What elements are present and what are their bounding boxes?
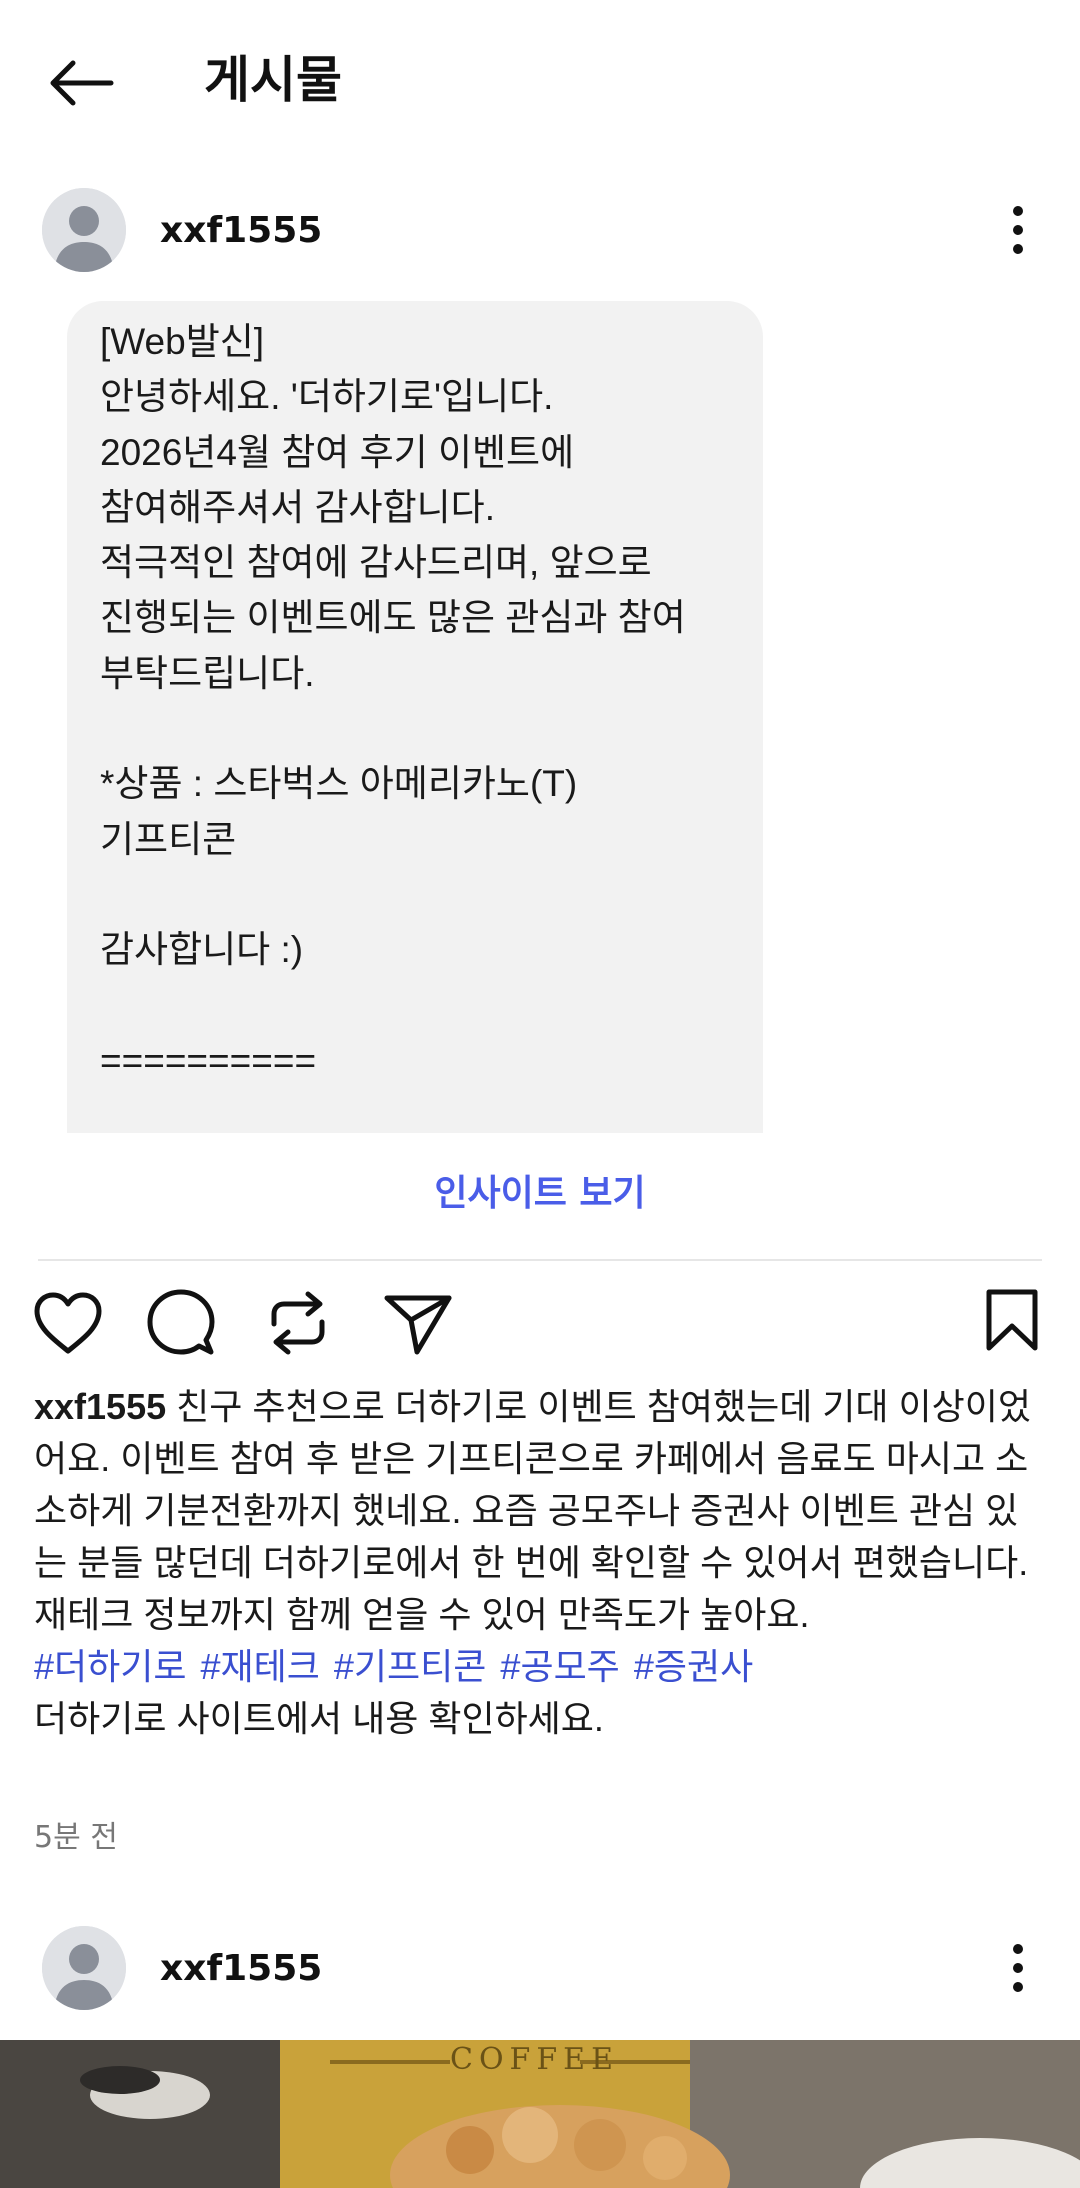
hashtag[interactable]: #기프티콘	[334, 1646, 487, 1687]
back-button[interactable]	[30, 40, 130, 125]
repost-icon	[271, 1291, 325, 1355]
post-caption: xxf1555 친구 추천으로 더하기로 이벤트 참여했는데 기대 이상이었어요…	[34, 1381, 1050, 1745]
message-line: [Web발신]	[100, 321, 265, 362]
post-media[interactable]: [Web발신] 안녕하세요. '더하기로'입니다. 2026년4월 참여 후기 이벤…	[0, 301, 1080, 1133]
message-line: 적극적인 참여에 감사드리며, 앞으로	[100, 542, 652, 584]
caption-username[interactable]: xxf1555	[34, 1386, 166, 1427]
divider	[38, 1259, 1042, 1261]
avatar[interactable]	[42, 1926, 126, 2010]
bookmark-icon	[986, 1289, 1038, 1351]
message-text: [Web발신] 안녕하세요. '더하기로'입니다. 2026년4월 참여 후기 이벤…	[100, 314, 740, 1088]
view-insights-link[interactable]: 인사이트 보기	[0, 1168, 1080, 1220]
post-photo[interactable]: COFFEE	[0, 2040, 1080, 2188]
avatar[interactable]	[42, 188, 126, 272]
message-line: 기프티콘	[100, 818, 237, 860]
message-line: 안녕하세요. '더하기로'입니다.	[100, 376, 554, 418]
message-line: 진행되는 이벤트에도 많은 관심과 참여	[100, 597, 686, 639]
post-timestamp: 5분 전	[34, 1820, 118, 1855]
like-button[interactable]	[28, 1283, 108, 1363]
more-vertical-icon	[1013, 206, 1023, 254]
arrow-left-icon	[50, 60, 114, 105]
save-button[interactable]	[972, 1280, 1052, 1360]
share-button[interactable]	[378, 1283, 458, 1363]
default-avatar-icon	[42, 188, 126, 272]
message-line: 2026년4월 참여 후기 이벤트에	[100, 431, 575, 473]
more-vertical-icon	[1013, 1944, 1023, 1992]
more-options-button[interactable]	[988, 1933, 1048, 2003]
comment-bubble-icon	[147, 1289, 215, 1355]
hashtag[interactable]: #증권사	[634, 1646, 753, 1687]
message-line: 부탁드립니다.	[100, 652, 315, 694]
message-line: 참여해주셔서 감사합니다.	[100, 486, 495, 528]
page-title: 게시물	[204, 51, 342, 109]
post-username[interactable]: xxf1555	[160, 1944, 322, 1994]
comment-button[interactable]	[141, 1283, 221, 1363]
hashtag-list: #더하기로 #재테크 #기프티콘 #공모주 #증권사	[34, 1641, 1050, 1693]
photo-sign-text: COFFEE	[450, 2042, 619, 2077]
message-line: 감사합니다 :)	[100, 929, 304, 971]
heart-icon	[34, 1292, 102, 1354]
message-line	[100, 978, 740, 1033]
default-avatar-icon	[42, 1926, 126, 2010]
message-line: ==========	[100, 1039, 317, 1081]
hashtag[interactable]: #공모주	[500, 1646, 619, 1687]
message-line: *상품 : 스타벅스 아메리카노(T)	[100, 763, 578, 805]
more-options-button[interactable]	[988, 195, 1048, 265]
message-line	[100, 701, 740, 756]
message-line	[100, 867, 740, 922]
hashtag[interactable]: #더하기로	[34, 1646, 187, 1687]
caption-text: 친구 추천으로 더하기로 이벤트 참여했는데 기대 이상이었어요. 이벤트 참여…	[34, 1386, 1032, 1635]
hashtag[interactable]: #재테크	[201, 1646, 320, 1687]
repost-button[interactable]	[258, 1283, 338, 1363]
post-username[interactable]: xxf1555	[160, 206, 322, 256]
caption-footer: 더하기로 사이트에서 내용 확인하세요.	[34, 1698, 604, 1739]
send-icon	[384, 1295, 452, 1355]
